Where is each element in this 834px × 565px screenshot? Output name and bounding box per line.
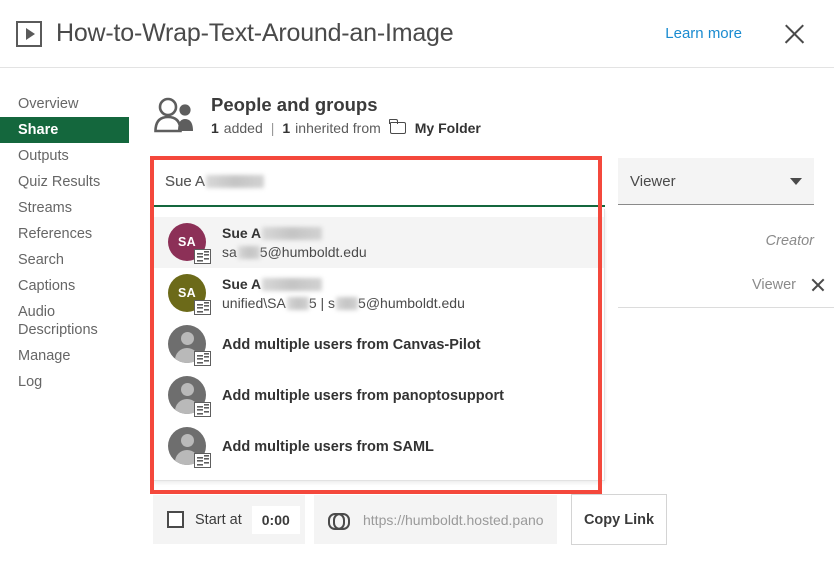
start-at-label: Start at	[195, 511, 242, 528]
link-icon	[328, 512, 350, 530]
user-name-text: Sue A	[222, 275, 262, 292]
sidebar: Overview Share Outputs Quiz Results Stre…	[0, 69, 129, 395]
share-url-field[interactable]: https://humboldt.hosted.pano	[314, 495, 557, 544]
redacted-text	[237, 246, 260, 260]
inherited-count: 1	[282, 120, 291, 136]
share-main-panel: People and groups 1 added | 1 inherited …	[129, 69, 834, 565]
redacted-text	[286, 297, 309, 311]
user-name-text: Sue A	[222, 224, 262, 241]
group-label: Add multiple users from Canvas-Pilot	[222, 336, 481, 353]
chevron-down-icon	[790, 177, 802, 185]
sidebar-item-manage[interactable]: Manage	[0, 343, 129, 369]
list-item[interactable]: Add multiple users from Canvas-Pilot	[154, 319, 604, 370]
dropdown-bottom-spacer	[154, 472, 604, 480]
remove-permission-icon[interactable]	[810, 277, 826, 293]
building-icon	[194, 401, 211, 417]
permission-row: Viewer	[618, 263, 834, 307]
avatar	[168, 375, 211, 417]
avatar	[168, 324, 211, 366]
sidebar-item-streams[interactable]: Streams	[0, 195, 129, 221]
permission-row: Creator	[618, 219, 834, 263]
role-label-viewer[interactable]: Viewer	[752, 277, 796, 293]
user-suggestions-dropdown: SA Sue A sa 5@humboldt.edu SA Sue A unif…	[153, 209, 605, 481]
dialog-header: How-to-Wrap-Text-Around-an-Image Learn m…	[0, 0, 834, 68]
list-item[interactable]: Add multiple users from panoptosupport	[154, 370, 604, 421]
role-select[interactable]: Viewer	[618, 158, 814, 205]
sidebar-item-references[interactable]: References	[0, 221, 129, 247]
share-search-container: Sue A	[153, 158, 605, 207]
people-and-groups-header: People and groups 1 added | 1 inherited …	[129, 69, 834, 137]
folder-icon	[389, 118, 406, 134]
sidebar-item-share[interactable]: Share	[0, 117, 129, 143]
sidebar-item-quiz-results[interactable]: Quiz Results	[0, 169, 129, 195]
user-identity: unified\SA 5 | s 5@humboldt.edu	[222, 294, 465, 313]
user-email: sa 5@humboldt.edu	[222, 243, 367, 262]
list-item[interactable]: SA Sue A sa 5@humboldt.edu	[154, 217, 604, 268]
added-label: added	[223, 120, 263, 136]
avatar: SA	[168, 222, 211, 264]
list-item-text: Sue A sa 5@humboldt.edu	[222, 224, 367, 262]
building-icon	[194, 248, 211, 264]
redacted-text	[262, 278, 323, 292]
counts-separator: |	[270, 120, 275, 136]
redacted-text	[336, 297, 359, 311]
added-count: 1	[211, 120, 219, 136]
user-identity-prefix: unified\SA	[222, 294, 286, 311]
copy-link-button[interactable]: Copy Link	[571, 494, 667, 545]
people-icon	[154, 97, 193, 133]
close-icon[interactable]	[780, 20, 808, 48]
sidebar-item-log[interactable]: Log	[0, 369, 129, 395]
play-icon	[16, 20, 42, 47]
share-dialog: How-to-Wrap-Text-Around-an-Image Learn m…	[0, 0, 834, 565]
sidebar-item-overview[interactable]: Overview	[0, 91, 129, 117]
user-email-prefix: sa	[222, 243, 237, 260]
page-title: How-to-Wrap-Text-Around-an-Image	[56, 19, 454, 47]
group-label: Add multiple users from panoptosupport	[222, 387, 504, 404]
building-icon	[194, 452, 211, 468]
sidebar-item-search[interactable]: Search	[0, 247, 129, 273]
user-identity-suffix: 5@humboldt.edu	[358, 294, 465, 311]
user-name: Sue A	[222, 275, 465, 293]
user-identity-mid: 5 | s	[308, 294, 336, 311]
avatar: SA	[168, 273, 211, 315]
role-select-value: Viewer	[630, 172, 676, 190]
sidebar-item-outputs[interactable]: Outputs	[0, 143, 129, 169]
list-item[interactable]: Add multiple users from SAML	[154, 421, 604, 472]
sidebar-item-captions[interactable]: Captions	[0, 273, 129, 299]
people-and-groups-counts: 1 added | 1 inherited from My Folder	[211, 118, 481, 136]
avatar	[168, 426, 211, 468]
start-at-checkbox[interactable]	[167, 511, 184, 528]
group-label: Add multiple users from SAML	[222, 438, 434, 455]
list-item[interactable]: SA Sue A unified\SA 5 | s 5@humboldt.edu	[154, 268, 604, 319]
people-and-groups-title: People and groups	[211, 94, 378, 115]
user-email-suffix: 5@humboldt.edu	[259, 243, 367, 260]
share-url-value: https://humboldt.hosted.pano	[363, 511, 544, 528]
share-bottom-bar: Start at 0:00 https://humboldt.hosted.pa…	[153, 494, 667, 545]
start-at-time-input[interactable]: 0:00	[251, 505, 300, 534]
people-and-groups-text: People and groups 1 added | 1 inherited …	[211, 93, 481, 136]
permissions-column: Viewer Creator Viewer	[618, 158, 834, 308]
folder-name[interactable]: My Folder	[415, 120, 481, 136]
redacted-text	[262, 227, 323, 241]
role-label-creator: Creator	[765, 233, 814, 249]
building-icon	[194, 299, 211, 315]
user-name: Sue A	[222, 224, 367, 242]
share-search-input[interactable]	[153, 158, 605, 207]
inherited-label: inherited from	[295, 120, 381, 136]
building-icon	[194, 350, 211, 366]
divider	[618, 307, 834, 308]
dropdown-top-spacer	[154, 209, 604, 217]
list-item-text: Sue A unified\SA 5 | s 5@humboldt.edu	[222, 275, 465, 313]
start-at-group: Start at 0:00	[153, 495, 305, 544]
sidebar-item-audio-descriptions[interactable]: Audio Descriptions	[0, 299, 129, 343]
learn-more-link[interactable]: Learn more	[665, 25, 742, 42]
